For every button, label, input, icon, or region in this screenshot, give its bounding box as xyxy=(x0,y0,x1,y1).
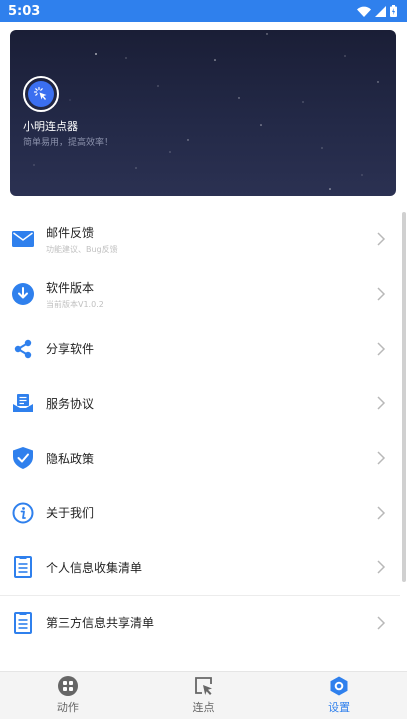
nav-tab-actions[interactable]: 动作 xyxy=(0,672,136,719)
chevron-right-icon xyxy=(377,616,386,630)
starfield-background xyxy=(33,33,379,190)
menu-item-share-software[interactable]: 分享软件 xyxy=(0,321,400,376)
chevron-right-icon xyxy=(377,342,386,356)
chevron-right-icon xyxy=(377,232,386,246)
app-logo xyxy=(23,76,59,112)
shield-check-icon xyxy=(12,447,34,470)
menu-item-title: 第三方信息共享清单 xyxy=(46,616,155,631)
scrollbar[interactable] xyxy=(402,212,406,582)
menu-item-personal-info-list[interactable]: 个人信息收集清单 xyxy=(0,540,400,595)
menu-item-email-feedback[interactable]: 邮件反馈 功能建议、Bug反馈 xyxy=(0,212,400,267)
menu-item-title: 关于我们 xyxy=(46,506,95,521)
mail-icon xyxy=(12,228,34,250)
download-icon xyxy=(12,283,34,306)
menu-item-title: 软件版本 xyxy=(46,280,95,295)
menu-item-software-version[interactable]: 软件版本 当前版本V1.0.2 xyxy=(0,267,400,322)
menu-item-privacy-policy[interactable]: 隐私政策 xyxy=(0,431,400,486)
menu-item-service-agreement[interactable]: 服务协议 xyxy=(0,376,400,431)
chevron-right-icon xyxy=(377,560,386,574)
menu-item-title: 邮件反馈 xyxy=(46,225,95,240)
menu-item-title: 个人信息收集清单 xyxy=(46,560,143,575)
signal-icon xyxy=(375,5,386,17)
info-icon xyxy=(12,502,34,524)
battery-icon xyxy=(390,5,397,17)
nav-tab-clicker[interactable]: 连点 xyxy=(136,672,272,719)
wifi-icon xyxy=(357,6,371,17)
menu-item-subtitle: 功能建议、Bug反馈 xyxy=(46,244,118,254)
chevron-right-icon xyxy=(377,451,386,465)
status-bar: 5:03 xyxy=(0,0,407,22)
nav-label: 动作 xyxy=(56,701,79,714)
menu-item-title: 隐私政策 xyxy=(46,451,95,466)
status-time: 5:03 xyxy=(8,3,41,19)
app-name: 小明连点器 xyxy=(23,120,78,133)
menu-item-title: 分享软件 xyxy=(46,342,95,357)
settings-hexagon-icon xyxy=(329,676,349,696)
cursor-click-icon xyxy=(194,676,214,696)
nav-label: 设置 xyxy=(328,701,351,714)
cursor-click-icon xyxy=(33,86,47,100)
chevron-right-icon xyxy=(377,506,386,520)
app-slogan: 简单易用，提高效率！ xyxy=(23,138,114,148)
nav-tab-settings[interactable]: 设置 xyxy=(271,672,407,719)
grid-icon xyxy=(57,676,78,696)
menu-item-about-us[interactable]: 关于我们 xyxy=(0,485,400,540)
bottom-navigation: 动作 连点 设置 xyxy=(0,671,407,719)
list-document-icon xyxy=(12,556,34,579)
list-document-icon xyxy=(12,611,34,634)
chevron-right-icon xyxy=(377,287,386,301)
app-header-card: 小明连点器 简单易用，提高效率！ xyxy=(10,30,396,196)
nav-label: 连点 xyxy=(192,701,215,714)
share-icon xyxy=(12,338,34,360)
status-icons xyxy=(357,5,397,17)
menu-item-title: 服务协议 xyxy=(46,396,95,411)
settings-menu: 邮件反馈 功能建议、Bug反馈 软件版本 当前版本V1.0.2 分享软件 服务协… xyxy=(0,212,400,650)
agreement-icon xyxy=(12,392,34,414)
chevron-right-icon xyxy=(377,396,386,410)
menu-item-subtitle: 当前版本V1.0.2 xyxy=(46,299,104,309)
menu-item-third-party-sharing-list[interactable]: 第三方信息共享清单 xyxy=(0,594,400,650)
